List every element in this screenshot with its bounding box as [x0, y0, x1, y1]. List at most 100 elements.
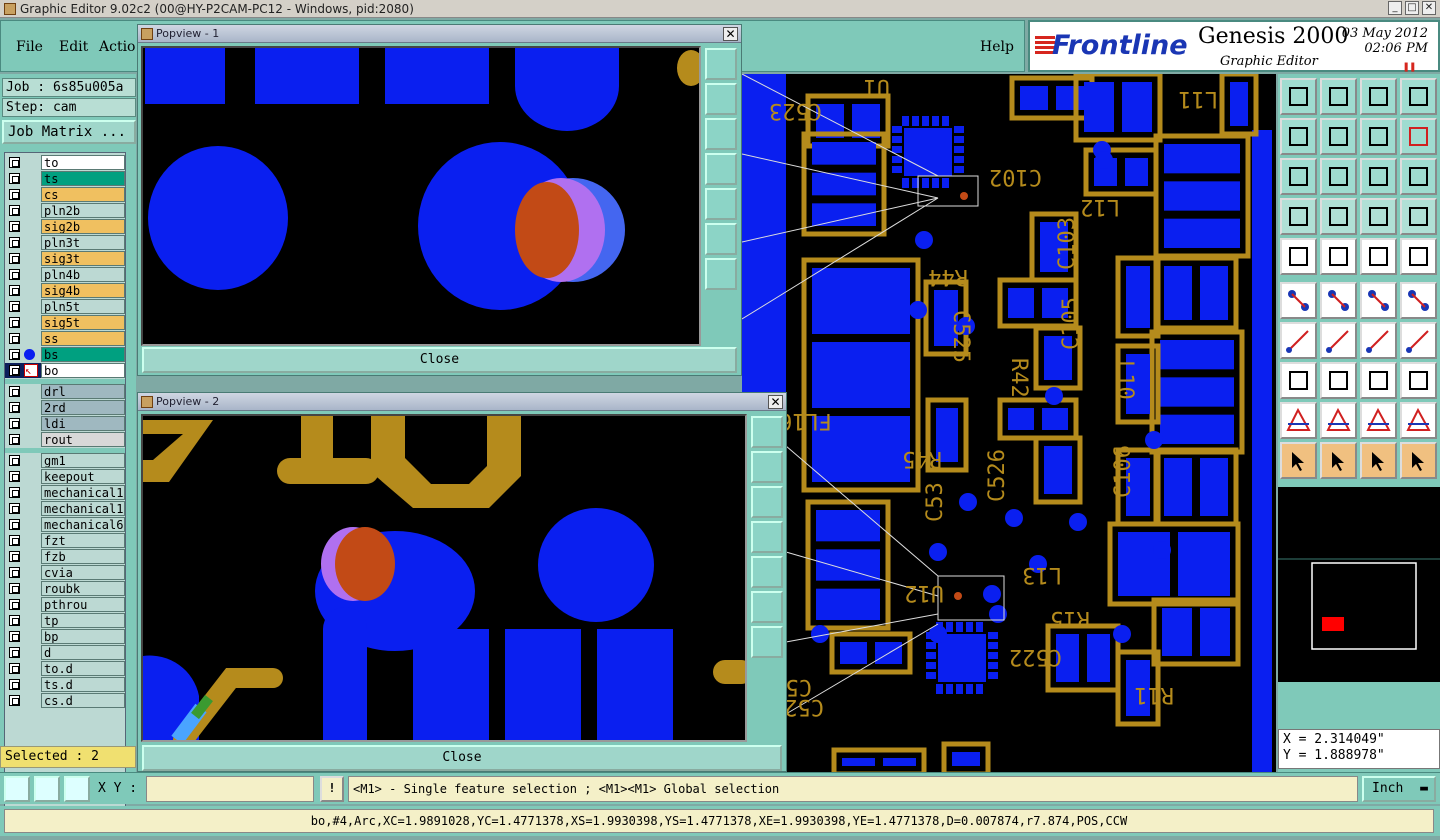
maximize-button[interactable]: □ — [1405, 1, 1419, 15]
undo-view-icon[interactable] — [1360, 118, 1397, 155]
text-fill-icon[interactable] — [1400, 322, 1437, 359]
layer-name[interactable]: fzb — [41, 549, 125, 564]
layer-name[interactable]: to.d — [41, 661, 125, 676]
layer-row[interactable]: sig4b — [5, 283, 125, 298]
home-icon[interactable] — [1280, 78, 1317, 115]
popview-pan-left-icon[interactable] — [751, 521, 783, 553]
layer-name[interactable]: ts — [41, 171, 125, 186]
snap-icon[interactable] — [4, 776, 30, 802]
layer-row[interactable]: sig5t — [5, 315, 125, 330]
layer-name[interactable]: drl — [41, 384, 125, 399]
measure-box-icon[interactable] — [1360, 362, 1397, 399]
pin-icon[interactable] — [1280, 362, 1317, 399]
line-icon[interactable] — [1320, 322, 1357, 359]
delete-icon[interactable] — [1320, 282, 1357, 319]
layer-row[interactable]: sig3t — [5, 251, 125, 266]
layer-checkbox[interactable] — [9, 455, 20, 466]
select-pad-icon[interactable] — [1280, 238, 1317, 275]
layer-checkbox[interactable] — [9, 679, 20, 690]
popview-pan-right-icon[interactable] — [751, 556, 783, 588]
popview-1-close-button[interactable]: Close — [142, 347, 737, 373]
redraw-icon[interactable] — [1400, 118, 1437, 155]
popview-pan-down-icon[interactable] — [705, 118, 737, 150]
triangle-ortho-icon[interactable] — [1360, 402, 1397, 439]
layer-row[interactable]: cvia — [5, 565, 125, 580]
layer-name[interactable]: ldi — [41, 416, 125, 431]
layer-row[interactable]: ldi — [5, 416, 125, 431]
layer-checkbox[interactable] — [9, 349, 20, 360]
layer-name[interactable]: roubk — [41, 581, 125, 596]
next-view-icon[interactable] — [1320, 118, 1357, 155]
layer-row[interactable]: ts — [5, 171, 125, 186]
layer-checkbox[interactable] — [9, 695, 20, 706]
layer-checkbox[interactable] — [9, 551, 20, 562]
menu-action[interactable]: Actio — [99, 39, 135, 55]
layer-checkbox[interactable] — [9, 487, 20, 498]
layer-row[interactable]: pln5t — [5, 299, 125, 314]
layer-row[interactable]: drl — [5, 384, 125, 399]
popview-zoom-in-icon[interactable] — [705, 223, 737, 255]
menu-file[interactable]: File — [16, 39, 43, 55]
overview-viewport[interactable] — [1322, 617, 1344, 631]
graphic-canvas[interactable]: C523U1C102C525R44C524C103L12FL16R42C105L… — [742, 74, 1276, 774]
highlight-icon[interactable] — [1360, 198, 1397, 235]
layer-name[interactable]: bo — [41, 363, 125, 378]
layer-row[interactable]: mechanical13 — [5, 485, 125, 500]
help-icon[interactable] — [1400, 158, 1437, 195]
close-window-button[interactable]: ✕ — [1422, 1, 1436, 15]
layer-checkbox[interactable] — [9, 221, 20, 232]
layer-row[interactable]: d — [5, 645, 125, 660]
popview-2-view[interactable] — [141, 414, 747, 742]
layer-row[interactable]: 2rd — [5, 400, 125, 415]
layer-row[interactable]: pln2b — [5, 203, 125, 218]
layer-name[interactable]: cs.d — [41, 693, 125, 708]
layer-row[interactable]: sig2b — [5, 219, 125, 234]
prev-view-icon[interactable] — [1280, 118, 1317, 155]
layer-checkbox[interactable] — [9, 173, 20, 184]
layer-checkbox[interactable] — [9, 386, 20, 397]
popview-pan-up-icon[interactable] — [705, 83, 737, 115]
layer-name[interactable]: sig2b — [41, 219, 125, 234]
layer-checkbox[interactable] — [9, 519, 20, 530]
net-icon[interactable] — [1400, 198, 1437, 235]
menu-help[interactable]: Help — [980, 39, 1014, 55]
pcb-view[interactable]: C523U1C102C525R44C524C103L12FL16R42C105L… — [742, 74, 1276, 774]
layer-checkbox[interactable] — [9, 631, 20, 642]
layer-checkbox[interactable] — [9, 189, 20, 200]
layer-name[interactable]: fzt — [41, 533, 125, 548]
layer-row[interactable]: rout — [5, 432, 125, 447]
route-icon[interactable] — [1400, 442, 1437, 479]
menu-edit[interactable]: Edit — [59, 39, 88, 55]
layer-row[interactable]: ss — [5, 331, 125, 346]
popview-pan-left-icon[interactable] — [705, 153, 737, 185]
layer-row[interactable]: pln3t — [5, 235, 125, 250]
pointer-icon[interactable] — [1280, 442, 1317, 479]
layer-row[interactable]: bp — [5, 629, 125, 644]
triangle-cross-icon[interactable] — [1400, 402, 1437, 439]
layer-row[interactable]: ts.d — [5, 677, 125, 692]
layer-name[interactable]: pln5t — [41, 299, 125, 314]
feature-icon[interactable] — [1400, 238, 1437, 275]
popview-fit-icon[interactable] — [705, 48, 737, 80]
alert-icon[interactable]: ! — [320, 776, 344, 802]
layer-row[interactable]: mechanical15 — [5, 501, 125, 516]
layer-row[interactable]: mechanical6 — [5, 517, 125, 532]
layer-name[interactable]: sig3t — [41, 251, 125, 266]
house-icon[interactable] — [1360, 78, 1397, 115]
layer-name[interactable]: gm1 — [41, 453, 125, 468]
layer-checkbox[interactable] — [9, 503, 20, 514]
move-icon[interactable] — [1360, 282, 1397, 319]
layer-row[interactable]: ↖ bo — [5, 363, 125, 378]
layer-checkbox[interactable] — [9, 471, 20, 482]
layer-row[interactable]: to.d — [5, 661, 125, 676]
popview-pan-up-icon[interactable] — [751, 451, 783, 483]
layer-name[interactable]: mechanical15 — [41, 501, 125, 516]
layer-name[interactable]: tp — [41, 613, 125, 628]
layer-checkbox[interactable] — [9, 402, 20, 413]
layer-name[interactable]: pln3t — [41, 235, 125, 250]
layer-row[interactable]: to — [5, 155, 125, 170]
layer-name[interactable]: mechanical13 — [41, 485, 125, 500]
layer-name[interactable]: cs — [41, 187, 125, 202]
job-matrix-button[interactable]: Job Matrix ... — [2, 120, 136, 144]
split-line-icon[interactable] — [1320, 362, 1357, 399]
